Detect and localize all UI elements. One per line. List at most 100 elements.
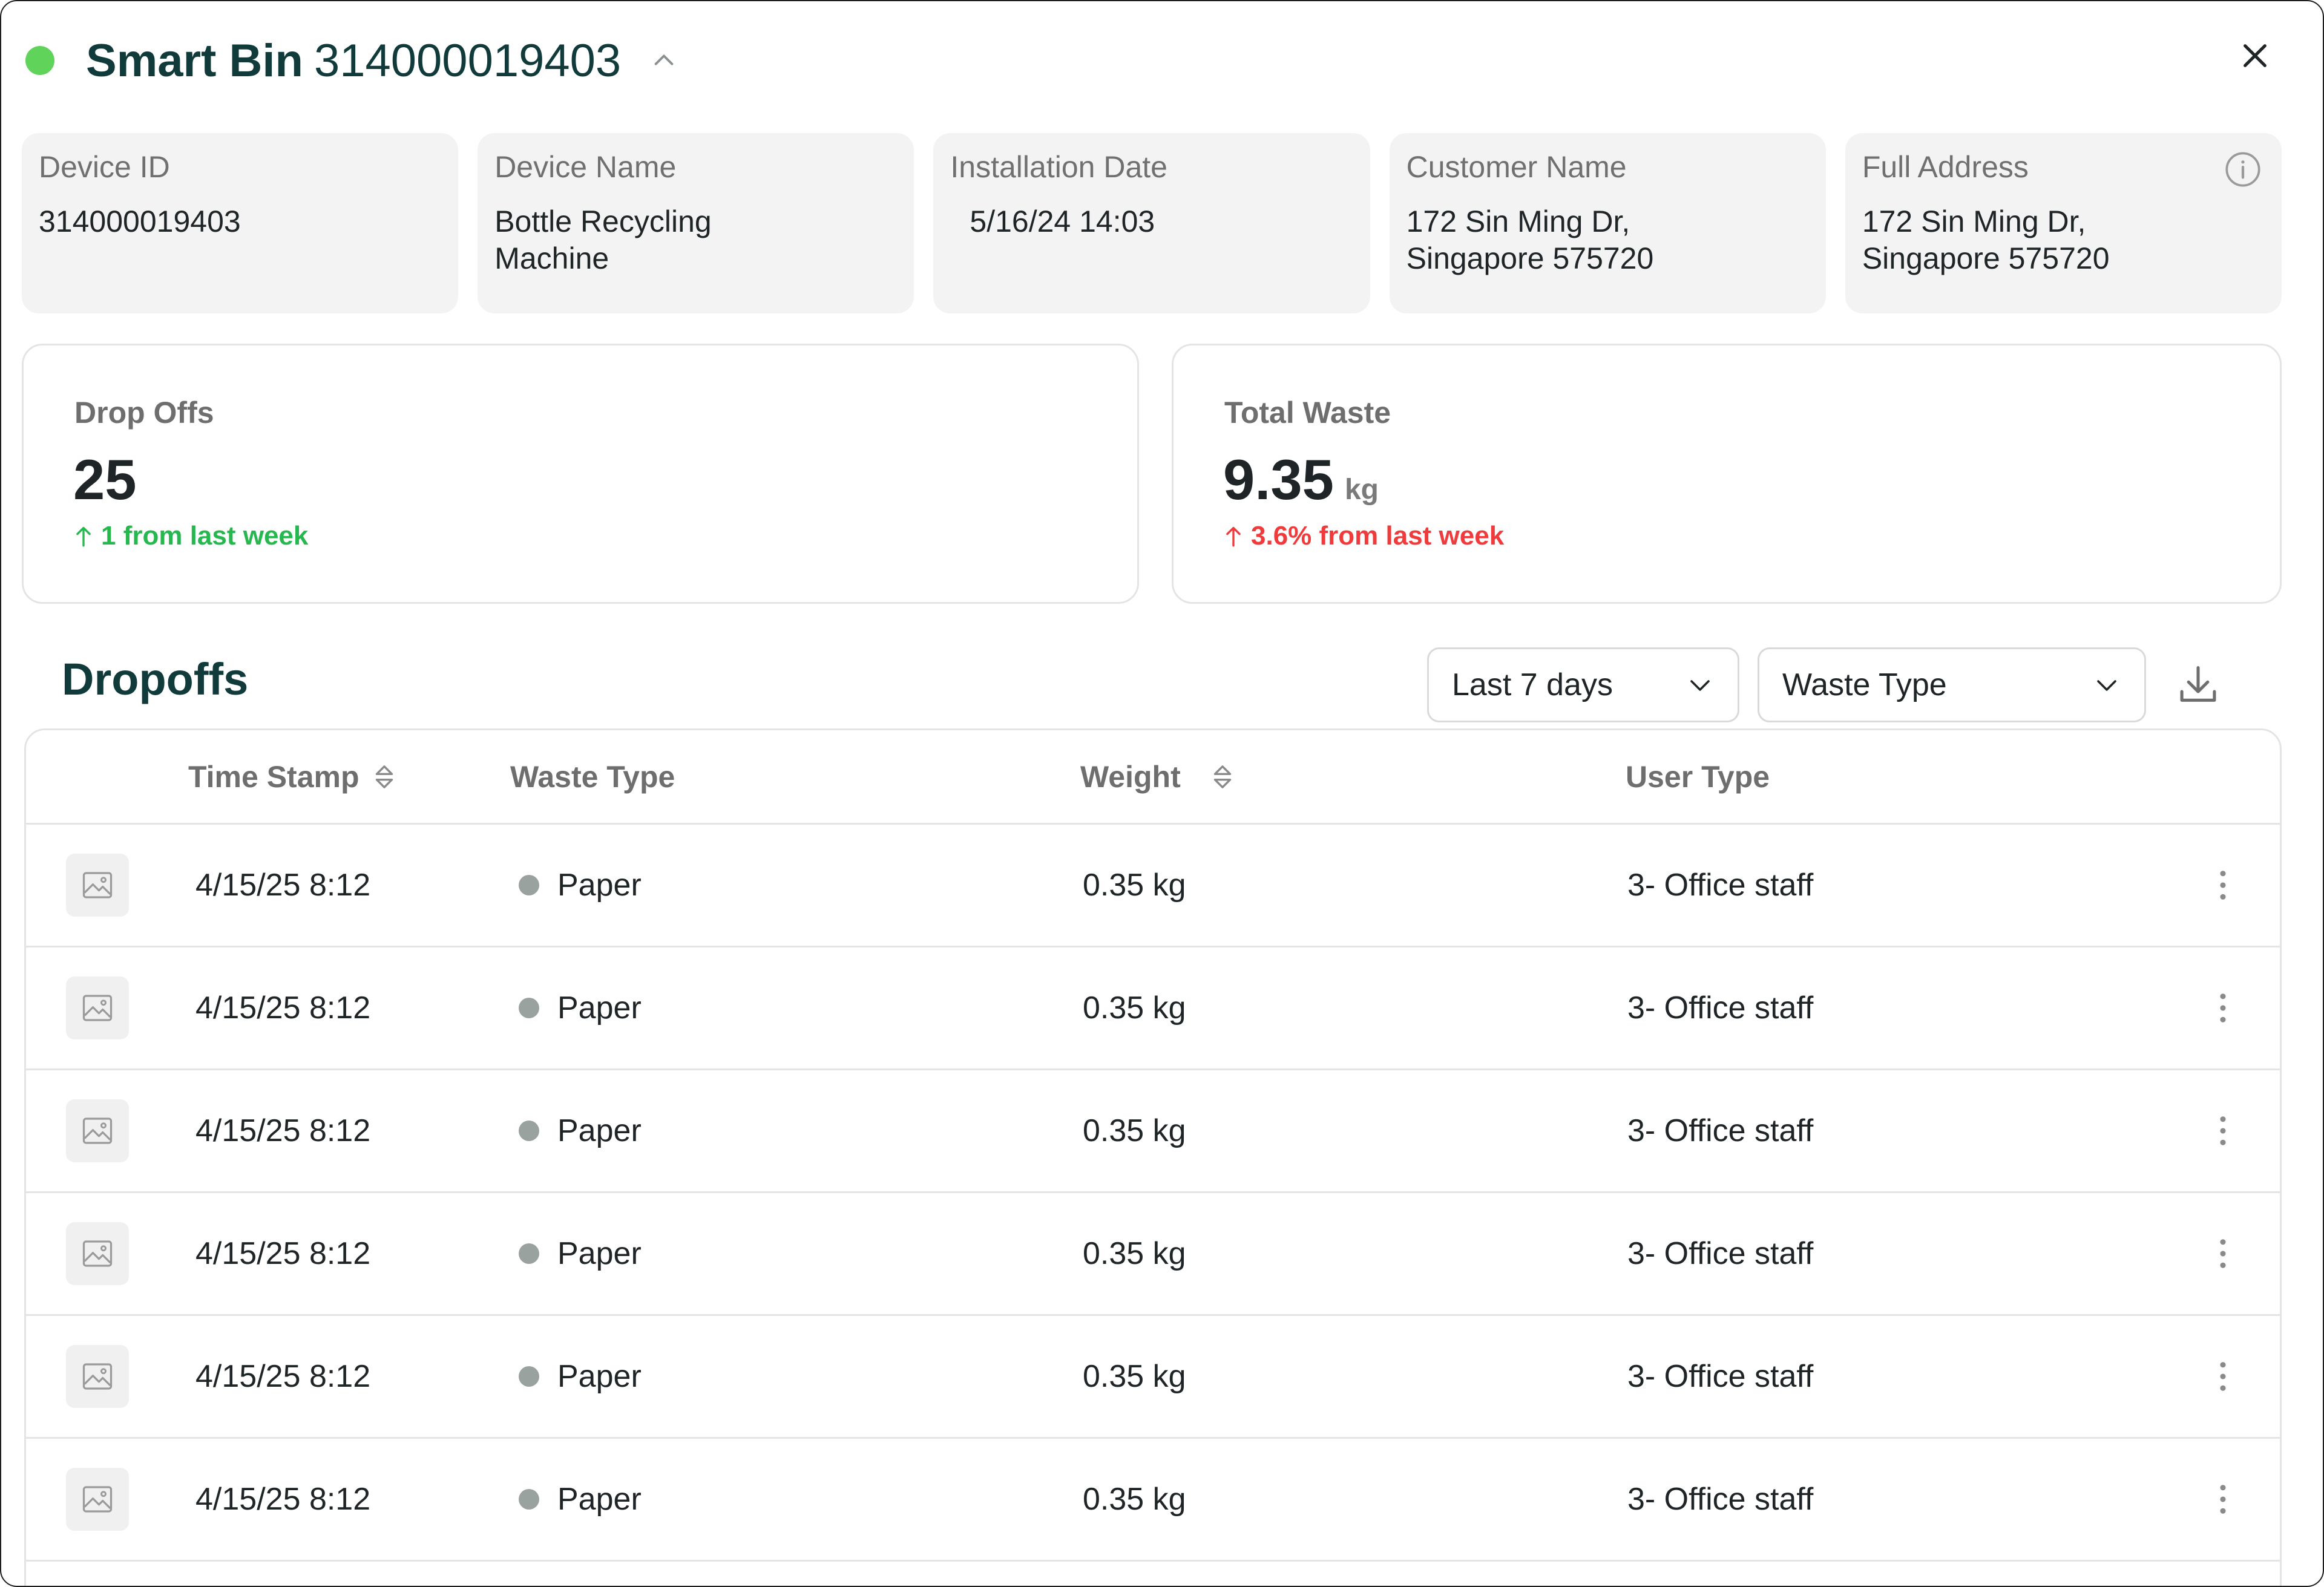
waste-type-dropdown[interactable]: Waste Type <box>1758 647 2146 722</box>
info-value: Bottle Recycling Machine <box>494 205 712 275</box>
cell-timestamp: 4/15/25 8:12 <box>195 1359 371 1394</box>
info-label: Full Address <box>1862 150 2029 184</box>
stat-delta-text: 3.6% from last week <box>1251 521 1505 551</box>
info-value: 314000019403 <box>39 205 241 238</box>
dropoffs-table: Time Stamp Waste Type Weight User Type 4… <box>24 728 2282 1586</box>
cell-timestamp: 4/15/25 8:12 <box>195 990 371 1026</box>
table-row[interactable]: 4/15/25 8:12 Paper 0.35 kg 3- Office sta… <box>26 825 2280 947</box>
stat-number: 25 <box>73 448 137 511</box>
more-vertical-icon[interactable] <box>2211 1235 2235 1272</box>
table-header: Time Stamp Waste Type Weight User Type <box>26 730 2280 825</box>
cell-waste-type: Paper <box>519 825 642 946</box>
cell-weight: 0.35 kg <box>1083 1359 1186 1394</box>
info-card-customer-name: Customer Name 172 Sin Ming Dr, Singapore… <box>1389 133 1826 313</box>
more-vertical-icon[interactable] <box>2211 1358 2235 1395</box>
section-title: Dropoffs <box>62 654 249 704</box>
chevron-up-icon[interactable] <box>650 47 678 74</box>
stat-delta: 1 from last week <box>74 521 308 551</box>
table-row[interactable]: 4/15/25 8:12 Paper 0.35 kg 3- Office sta… <box>26 947 2280 1070</box>
image-icon[interactable] <box>66 854 129 917</box>
column-label: User Type <box>1626 760 1770 794</box>
more-vertical-icon[interactable] <box>2211 990 2235 1026</box>
cell-user-type: 3- Office staff <box>1627 1113 1814 1148</box>
stat-value: 9.35 kg <box>1223 447 1379 512</box>
column-header-timestamp[interactable]: Time Stamp <box>188 759 396 794</box>
device-info-row: Device ID 314000019403 Device Name Bottl… <box>22 133 2282 313</box>
image-icon[interactable] <box>66 1222 129 1285</box>
table-row[interactable]: 4/15/25 8:12 Paper 0.35 kg 3- Office sta… <box>26 1070 2280 1193</box>
waste-type-dot <box>519 875 539 895</box>
info-value: 5/16/24 14:03 <box>970 205 1155 238</box>
more-vertical-icon[interactable] <box>2211 867 2235 903</box>
smart-bin-panel: Smart Bin 314000019403 Device ID 3140000… <box>0 0 2324 1587</box>
panel-title: Smart Bin <box>86 34 303 87</box>
date-range-dropdown[interactable]: Last 7 days <box>1427 647 1739 722</box>
more-vertical-icon[interactable] <box>2211 1113 2235 1149</box>
image-icon[interactable] <box>66 1099 129 1162</box>
info-card-installation-date: Installation Date 5/16/24 14:03 <box>933 133 1370 313</box>
panel-header: Smart Bin 314000019403 <box>25 30 678 91</box>
column-label: Time Stamp <box>188 760 359 794</box>
cell-weight: 0.35 kg <box>1083 990 1186 1026</box>
cell-waste-type: Paper <box>519 1193 642 1314</box>
info-label: Device Name <box>494 150 677 184</box>
stat-label: Total Waste <box>1224 396 1391 430</box>
waste-type-label: Paper <box>557 868 642 903</box>
cell-weight: 0.35 kg <box>1083 1113 1186 1148</box>
info-card-device-id: Device ID 314000019403 <box>22 133 459 313</box>
arrow-up-icon <box>76 526 91 547</box>
table-row[interactable]: 4/15/25 8:12 Paper 0.35 kg 3- Office sta… <box>26 1193 2280 1316</box>
column-header-weight[interactable]: Weight <box>1080 759 1234 794</box>
table-row[interactable]: 4/15/25 8:12 Paper 0.35 kg 3- Office sta… <box>26 1316 2280 1439</box>
cell-timestamp: 4/15/25 8:12 <box>195 1113 371 1148</box>
stat-unit: kg <box>1344 474 1379 506</box>
cell-waste-type: Paper <box>519 947 642 1068</box>
stat-label: Drop Offs <box>74 396 214 430</box>
waste-type-label: Paper <box>557 1482 642 1517</box>
image-icon[interactable] <box>66 1345 129 1408</box>
cell-user-type: 3- Office staff <box>1627 1236 1814 1271</box>
chevron-down-icon <box>1690 680 1710 691</box>
cell-weight: 0.35 kg <box>1083 1236 1186 1271</box>
close-icon[interactable] <box>2237 38 2273 74</box>
column-label: Waste Type <box>510 760 675 794</box>
info-value: 172 Sin Ming Dr, Singapore 575720 <box>1862 205 2110 275</box>
waste-type-dot <box>519 1366 539 1387</box>
cell-user-type: 3- Office staff <box>1627 1482 1814 1517</box>
stat-card-drop-offs: Drop Offs 25 1 from last week <box>22 344 1139 604</box>
dropdown-value: Last 7 days <box>1452 667 1613 702</box>
cell-waste-type: Paper <box>519 1070 642 1191</box>
info-label: Customer Name <box>1406 150 1627 184</box>
more-vertical-icon[interactable] <box>2211 1481 2235 1517</box>
cell-user-type: 3- Office staff <box>1627 868 1814 903</box>
info-label: Device ID <box>39 150 170 184</box>
waste-type-label: Paper <box>557 990 642 1026</box>
waste-type-label: Paper <box>557 1359 642 1394</box>
stat-delta: 3.6% from last week <box>1224 521 1504 551</box>
sort-icon <box>375 765 393 788</box>
image-icon[interactable] <box>66 977 129 1039</box>
table-row[interactable]: 4/15/25 8:12 Paper 0.35 kg 3- Office sta… <box>26 1439 2280 1562</box>
cell-user-type: 3- Office staff <box>1627 990 1814 1026</box>
chevron-down-icon <box>2097 680 2116 691</box>
info-value: 172 Sin Ming Dr, Singapore 575720 <box>1406 205 1654 275</box>
column-header-user-type: User Type <box>1626 759 1770 794</box>
dropdown-value: Waste Type <box>1782 667 1947 702</box>
waste-type-dot <box>519 1243 539 1264</box>
stat-value: 25 <box>73 447 137 512</box>
waste-type-label: Paper <box>557 1236 642 1271</box>
waste-type-dot <box>519 998 539 1018</box>
download-icon[interactable] <box>2174 661 2222 709</box>
info-card-full-address: Full Address 172 Sin Ming Dr, Singapore … <box>1845 133 2282 313</box>
column-label: Weight <box>1080 760 1181 794</box>
info-icon[interactable] <box>2224 150 2262 189</box>
cell-weight: 0.35 kg <box>1083 868 1186 903</box>
stat-number: 9.35 <box>1223 448 1334 511</box>
waste-type-dot <box>519 1489 539 1510</box>
image-icon[interactable] <box>66 1468 129 1531</box>
cell-waste-type: Paper <box>519 1316 642 1437</box>
arrow-up-icon <box>1226 526 1241 547</box>
cell-weight: 0.35 kg <box>1083 1482 1186 1517</box>
cell-waste-type: Paper <box>519 1439 642 1560</box>
waste-type-dot <box>519 1121 539 1141</box>
